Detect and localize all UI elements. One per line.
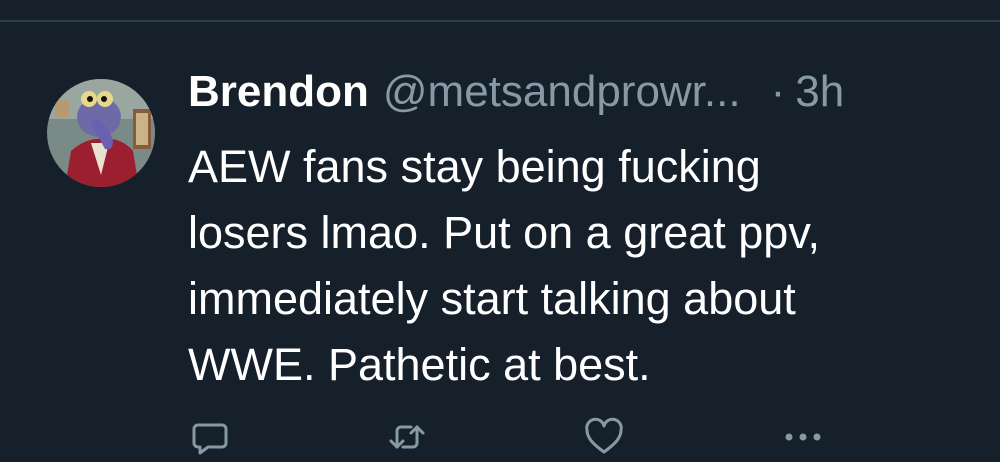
- like-button[interactable]: [579, 412, 629, 462]
- more-icon: [785, 433, 821, 441]
- more-button[interactable]: [778, 412, 828, 462]
- tweet-header: Brendon @metsandprowr... · 3h: [188, 62, 844, 122]
- avatar[interactable]: [47, 79, 155, 187]
- separator-dot: ·: [770, 67, 786, 116]
- reply-icon: [192, 423, 228, 455]
- display-name[interactable]: Brendon: [188, 62, 369, 122]
- tweet-text: AEW fans stay being fucking losers lmao.…: [188, 141, 820, 390]
- reply-button[interactable]: [185, 412, 235, 462]
- timestamp[interactable]: 3h: [795, 62, 844, 122]
- action-bar: [0, 412, 1000, 462]
- retweet-button[interactable]: [382, 412, 432, 462]
- tweet[interactable]: Brendon @metsandprowr... · 3h AEW fans s…: [0, 22, 1000, 462]
- retweet-icon: [389, 425, 425, 449]
- like-icon: [585, 417, 623, 454]
- user-handle[interactable]: @metsandprowr...: [383, 62, 741, 122]
- avatar-image: [47, 79, 155, 187]
